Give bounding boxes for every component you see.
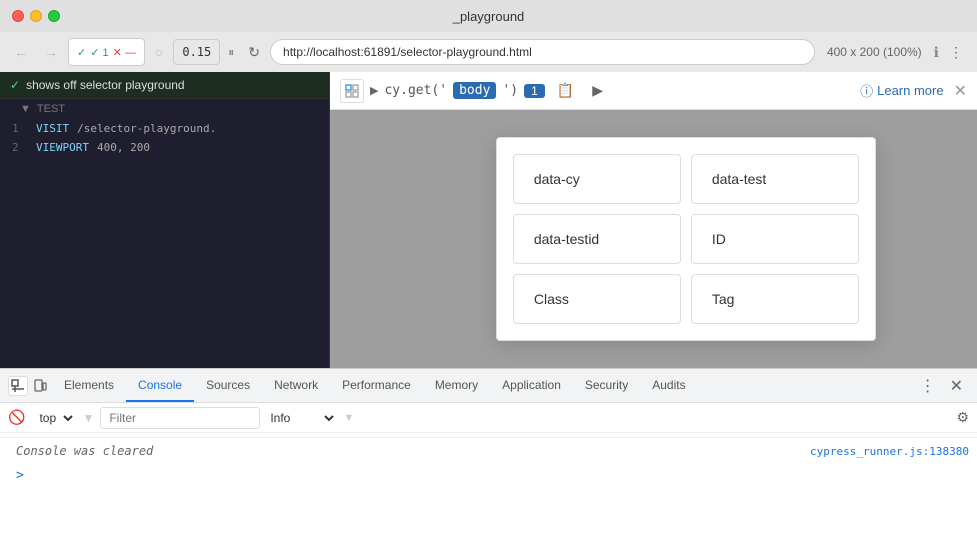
minimize-traffic-light[interactable] — [30, 10, 42, 22]
pass-count: ✓ 1 — [90, 46, 108, 59]
test-pass-indicator: ✓ — [77, 46, 86, 59]
devtools-more-button[interactable]: ⋮ — [914, 374, 942, 398]
test-suite-label: TEST — [37, 103, 65, 115]
console-filepath[interactable]: cypress_runner.js:138380 — [810, 445, 969, 458]
close-cypress-toolbar[interactable]: ✕ — [954, 81, 967, 101]
reload-button[interactable]: ↻ — [242, 40, 266, 65]
devtools-close-button[interactable]: ✕ — [944, 374, 969, 398]
context-select[interactable]: top — [31, 408, 76, 428]
collapse-arrow[interactable]: ▼ — [20, 103, 31, 115]
info-icon[interactable]: ℹ — [934, 44, 939, 61]
cmd-name: VISIT — [36, 122, 69, 135]
console-output: Console was cleared cypress_runner.js:13… — [0, 433, 977, 554]
close-traffic-light[interactable] — [12, 10, 24, 22]
timer-display: 0.15 — [182, 45, 211, 59]
devtools-tab-sources[interactable]: Sources — [194, 369, 262, 402]
command-row: 2 VIEWPORT 400, 200 — [0, 138, 329, 157]
btn-data-testid[interactable]: data-testid — [513, 214, 681, 264]
btn-id[interactable]: ID — [691, 214, 859, 264]
btn-class[interactable]: Class — [513, 274, 681, 324]
inspect-element-button[interactable] — [8, 376, 28, 396]
cmd-args: /selector-playground. — [77, 122, 216, 135]
btn-data-test[interactable]: data-test — [691, 154, 859, 204]
settings-nav-button[interactable]: ⋮ — [943, 40, 969, 65]
viewport-info: 400 x 200 (100%) — [819, 45, 930, 59]
filter-input[interactable] — [100, 407, 260, 429]
command-row: 1 VISIT/selector-playground. — [0, 119, 329, 138]
console-cleared-message: Console was cleared — [8, 440, 161, 462]
devtools-tab-security[interactable]: Security — [573, 369, 640, 402]
cy-code-suffix: ') — [502, 83, 518, 98]
devtools-tab-console[interactable]: Console — [126, 369, 194, 402]
test-name: shows off selector playground — [26, 78, 185, 92]
cy-copy-button[interactable]: 📋 — [551, 80, 580, 101]
devtools-tab-memory[interactable]: Memory — [423, 369, 490, 402]
clear-console-button[interactable]: 🚫 — [8, 409, 25, 426]
devtools-tab-elements[interactable]: Elements — [52, 369, 126, 402]
stop-button[interactable]: ○ — [149, 40, 169, 64]
console-prompt[interactable]: > — [8, 464, 32, 487]
test-check-icon: ✓ — [10, 78, 20, 92]
context-arrow: ▼ — [82, 411, 94, 425]
selector-popup: data-cydata-testdata-testidIDClassTag — [496, 137, 876, 341]
devtools-tab-network[interactable]: Network — [262, 369, 330, 402]
address-bar[interactable] — [270, 39, 815, 65]
learn-more-link[interactable]: ⓘ Learn more — [860, 81, 944, 100]
btn-tag[interactable]: Tag — [691, 274, 859, 324]
cy-dropdown-arrow[interactable]: ▶ — [370, 84, 378, 97]
cmd-name: VIEWPORT — [36, 141, 89, 154]
back-button[interactable]: ← — [8, 40, 34, 64]
cmd-number: 1 — [12, 122, 28, 135]
console-settings-button[interactable]: ⚙ — [956, 409, 969, 426]
devtools-tab-audits[interactable]: Audits — [640, 369, 697, 402]
cmd-args: 400, 200 — [97, 141, 150, 154]
level-arrow: ▼ — [343, 412, 354, 424]
devtools-tab-application[interactable]: Application — [490, 369, 573, 402]
cy-code-prefix: cy.get(' — [384, 83, 447, 98]
cmd-number: 2 — [12, 141, 28, 154]
forward-button[interactable]: → — [38, 40, 64, 64]
pause-icon: ⏸ — [228, 45, 234, 60]
log-level-select[interactable]: Info Verbose Warnings Errors — [266, 410, 337, 426]
cy-match-count: 1 — [524, 84, 545, 98]
maximize-traffic-light[interactable] — [48, 10, 60, 22]
btn-data-cy[interactable]: data-cy — [513, 154, 681, 204]
device-emulation-button[interactable] — [30, 376, 50, 396]
cypress-selector-icon[interactable] — [340, 79, 364, 103]
devtools-tab-performance[interactable]: Performance — [330, 369, 423, 402]
fail-count: ✕ — — [113, 46, 136, 59]
cy-run-button[interactable]: ▶ — [586, 80, 609, 101]
browser-title: _playground — [453, 9, 525, 24]
cy-body-tag[interactable]: body — [453, 82, 496, 99]
